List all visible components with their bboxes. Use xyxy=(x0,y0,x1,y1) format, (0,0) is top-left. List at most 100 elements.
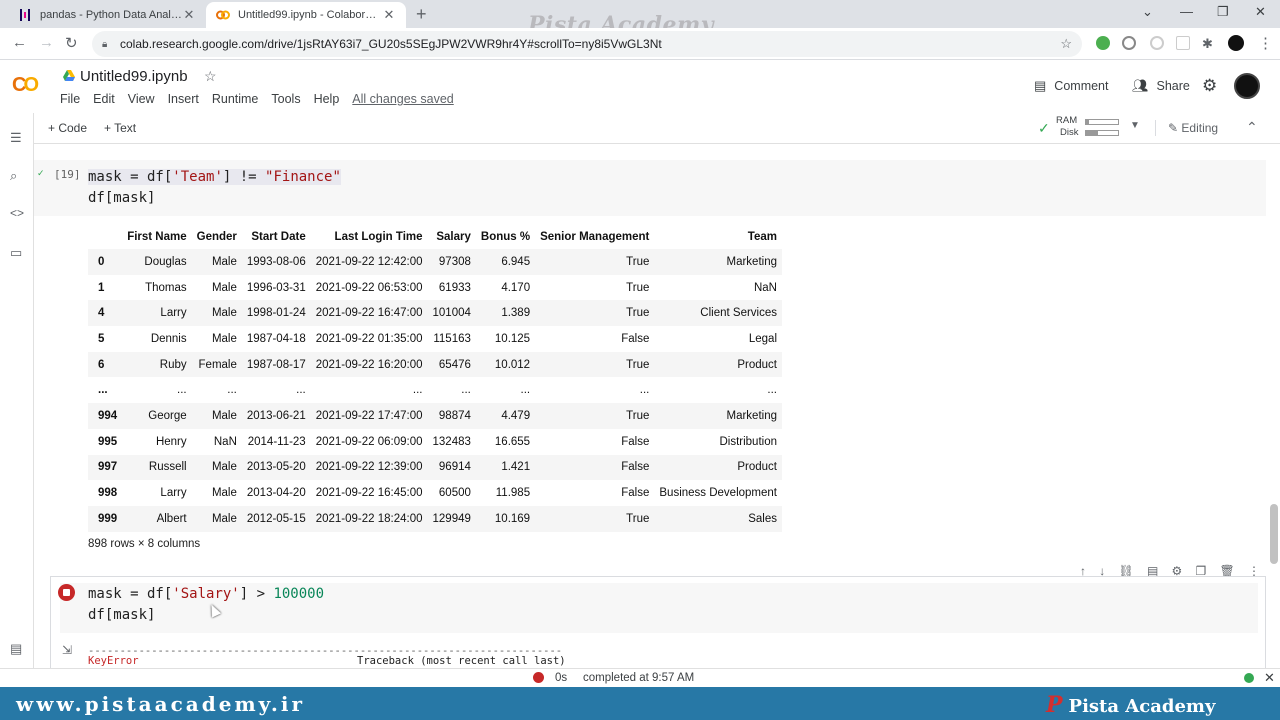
table-cell: 10.169 xyxy=(494,512,531,525)
code-text: mask = df[ xyxy=(88,169,173,185)
bookmark-star-icon[interactable]: ☆ xyxy=(1060,36,1072,52)
editing-mode-button[interactable]: ✎ Editing xyxy=(1168,121,1218,135)
toolbar-divider xyxy=(1155,120,1156,136)
back-icon[interactable]: ← xyxy=(12,34,27,51)
table-cell: ... xyxy=(227,384,237,397)
traceback-label: Traceback (most recent call last) xyxy=(357,655,566,667)
close-status-icon[interactable]: ✕ xyxy=(1264,670,1275,686)
code-string: 'Salary' xyxy=(172,586,240,602)
cell1-code-line2[interactable]: df[mask] xyxy=(88,190,155,206)
column-header: Team xyxy=(747,230,777,243)
menu-help[interactable]: Help xyxy=(314,92,340,106)
close-window-icon[interactable]: ✕ xyxy=(1255,4,1266,20)
table-cell: True xyxy=(626,307,650,320)
resources-dropdown-icon[interactable]: ▼ xyxy=(1130,120,1140,131)
row-index: 6 xyxy=(98,358,105,371)
table-cell: NaN xyxy=(753,281,777,294)
tab-title: Untitled99.ipynb - Colaboratory xyxy=(238,9,382,21)
forward-icon[interactable]: → xyxy=(39,34,54,51)
code-snippets-icon[interactable]: <> xyxy=(10,206,24,220)
star-icon[interactable]: ☆ xyxy=(204,68,217,85)
menu-runtime[interactable]: Runtime xyxy=(212,92,259,106)
user-avatar[interactable] xyxy=(1234,73,1260,99)
add-code-button[interactable]: + Code xyxy=(48,121,87,135)
extensions-puzzle-icon[interactable]: ✱ xyxy=(1202,36,1213,52)
add-text-button[interactable]: + Text xyxy=(104,121,136,135)
menu-view[interactable]: View xyxy=(128,92,155,106)
tab-search-icon[interactable]: ⌄ xyxy=(1142,4,1153,20)
table-cell: True xyxy=(626,358,650,371)
extension-icon[interactable] xyxy=(1150,36,1164,50)
stop-execution-icon[interactable] xyxy=(58,584,75,601)
table-cell: ... xyxy=(639,384,650,397)
menu-tools[interactable]: Tools xyxy=(271,92,300,106)
table-cell: Legal xyxy=(748,332,777,345)
reload-icon[interactable]: ↻ xyxy=(65,34,78,52)
dataframe-output: First Name Gender Start Date Last Login … xyxy=(88,224,782,532)
colab-header: CO Untitled99.ipynb ☆ File Edit View Ins… xyxy=(0,60,1280,112)
address-bar[interactable]: 🔒︎ colab.research.google.com/drive/1jsRt… xyxy=(92,31,1082,57)
close-tab-icon[interactable]: ✕ xyxy=(382,7,396,23)
table-cell: Henry xyxy=(155,435,187,448)
search-icon[interactable]: ⌕ xyxy=(10,168,17,184)
menu-edit[interactable]: Edit xyxy=(93,92,115,106)
table-cell: 2014-11-23 xyxy=(247,435,306,448)
profile-avatar[interactable] xyxy=(1228,35,1244,51)
table-row: 4 Larry Male 1998-01-24 2021-09-22 16:47:00 1… xyxy=(88,300,782,327)
column-header: Senior Management xyxy=(540,230,650,243)
save-status[interactable]: All changes saved xyxy=(352,92,453,106)
error-name: KeyError xyxy=(88,655,139,667)
table-cell: 60500 xyxy=(438,487,471,500)
browser-tab-pandas[interactable]: pandas - Python Data Analysis Li ✕ xyxy=(8,2,206,28)
cell1-code-line1[interactable]: mask = df['Team'] != "Finance" xyxy=(88,169,341,185)
share-button[interactable]: 👥︎ Share xyxy=(1132,78,1190,94)
execution-count: [19] xyxy=(54,168,81,181)
extension-globe-icon[interactable] xyxy=(1096,36,1110,50)
close-tab-icon[interactable]: ✕ xyxy=(182,7,196,23)
notebook-title[interactable]: Untitled99.ipynb xyxy=(80,68,188,85)
output-actions-icon[interactable]: ⇲ xyxy=(62,643,72,657)
new-tab-icon[interactable]: + xyxy=(416,4,427,25)
table-cell: 2021-09-22 16:47:00 xyxy=(315,307,423,320)
cell2-code-line2[interactable]: df[mask] xyxy=(88,607,155,623)
code-text: ] > xyxy=(239,586,274,602)
column-header: Last Login Time xyxy=(334,230,423,243)
colab-logo[interactable]: CO xyxy=(12,74,39,97)
menu-insert[interactable]: Insert xyxy=(168,92,199,106)
terminal-icon[interactable]: ▤ xyxy=(10,641,22,657)
row-index: 4 xyxy=(98,307,105,320)
cell2-code-line1[interactable]: mask = df['Salary'] > 100000 xyxy=(88,586,324,602)
table-cell: 16.655 xyxy=(494,435,531,448)
pandas-favicon-icon xyxy=(18,8,32,22)
table-cell: 2021-09-22 12:39:00 xyxy=(315,461,423,474)
files-folder-icon[interactable]: ▭ xyxy=(10,245,22,261)
table-row: ........................... xyxy=(88,377,782,403)
brand-name: Pista Academy xyxy=(1068,696,1216,717)
row-index: ... xyxy=(98,384,108,397)
share-label: Share xyxy=(1156,79,1190,93)
minimize-icon[interactable]: — xyxy=(1180,4,1193,19)
resource-monitor[interactable]: RAM Disk xyxy=(1056,115,1078,139)
lock-icon: 🔒︎ xyxy=(102,39,108,50)
settings-gear-icon[interactable]: ⚙ xyxy=(1202,76,1217,96)
table-cell: 1.389 xyxy=(501,307,531,320)
drive-icon xyxy=(63,70,75,81)
watermark-brand: P Pista Academy xyxy=(1046,692,1215,718)
table-cell: Male xyxy=(211,487,237,500)
table-cell: 65476 xyxy=(438,358,471,371)
table-cell: 2021-09-22 06:09:00 xyxy=(315,435,423,448)
extension-cloud-icon[interactable] xyxy=(1122,36,1136,50)
completion-status[interactable]: completed at 9:57 AM xyxy=(583,672,694,684)
collapse-header-icon[interactable]: ⌃ xyxy=(1246,119,1258,136)
browser-menu-icon[interactable]: ⋮ xyxy=(1258,34,1273,52)
browser-tab-colab[interactable]: Untitled99.ipynb - Colaboratory ✕ xyxy=(206,2,406,28)
extension-square-icon[interactable] xyxy=(1176,36,1190,50)
restore-icon[interactable]: ❐ xyxy=(1217,4,1229,20)
table-of-contents-icon[interactable]: ☰ xyxy=(10,130,22,146)
comment-button[interactable]: ▤ Comment xyxy=(1034,78,1108,94)
row-index: 1 xyxy=(98,281,105,294)
menu-file[interactable]: File xyxy=(60,92,80,106)
code-string: 'Team' xyxy=(172,169,223,185)
row-index: 999 xyxy=(98,512,118,525)
page-scrollbar[interactable] xyxy=(1270,504,1278,564)
